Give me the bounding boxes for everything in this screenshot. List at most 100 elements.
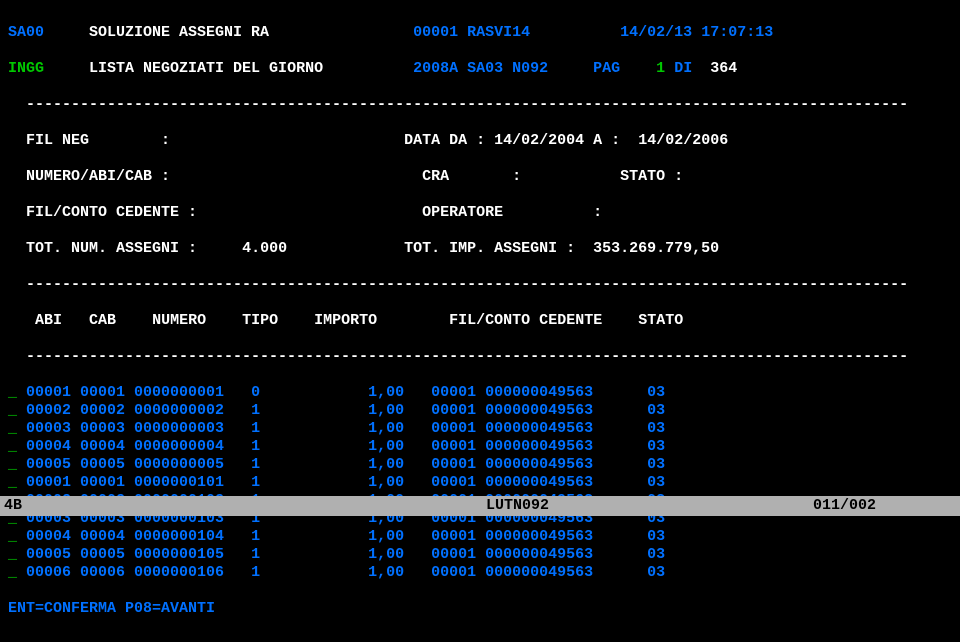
cell-cab: 00001 bbox=[71, 384, 125, 401]
cell-tipo: 1 bbox=[224, 564, 260, 581]
cell-abi: 00004 bbox=[17, 528, 71, 545]
table-row[interactable]: _ 00006 00006 0000000106 1 1,00 00001 00… bbox=[8, 564, 952, 582]
cell-stato: 03 bbox=[593, 384, 665, 401]
cell-stato: 03 bbox=[593, 564, 665, 581]
cell-numero: 0000000101 bbox=[125, 474, 224, 491]
row-selector[interactable]: _ bbox=[8, 528, 17, 545]
pag-num: 1 bbox=[656, 60, 665, 77]
tot-num-assegni-label: TOT. NUM. ASSEGNI : bbox=[26, 240, 197, 257]
subcode[interactable]: INGG bbox=[8, 60, 44, 77]
row-selector[interactable]: _ bbox=[8, 564, 17, 581]
cell-tipo: 1 bbox=[224, 528, 260, 545]
status-left: 4B bbox=[4, 497, 22, 515]
cell-stato: 03 bbox=[593, 456, 665, 473]
data-a-value[interactable]: 14/02/2006 bbox=[638, 132, 728, 149]
cell-numero: 0000000004 bbox=[125, 438, 224, 455]
cell-conto: 000000049563 bbox=[476, 546, 593, 563]
table-body: _ 00001 00001 0000000001 0 1,00 00001 00… bbox=[8, 384, 952, 582]
cell-cab: 00004 bbox=[71, 438, 125, 455]
filter-line-1: FIL NEG : DATA DA : 14/02/2004 A : 14/02… bbox=[8, 132, 952, 150]
col-tipo: TIPO bbox=[242, 312, 278, 329]
cell-fil: 00001 bbox=[404, 438, 476, 455]
cell-stato: 03 bbox=[593, 546, 665, 563]
numero-abi-cab-label: NUMERO/ABI/CAB : bbox=[26, 168, 170, 185]
table-row[interactable]: _ 00004 00004 0000000004 1 1,00 00001 00… bbox=[8, 438, 952, 456]
tx-code[interactable]: SA00 bbox=[8, 24, 44, 41]
cell-abi: 00003 bbox=[17, 420, 71, 437]
cell-abi: 00005 bbox=[17, 546, 71, 563]
row-selector[interactable]: _ bbox=[8, 546, 17, 563]
cell-stato: 03 bbox=[593, 402, 665, 419]
cell-stato: 03 bbox=[593, 528, 665, 545]
status-bar: 4B LUTN092 011/002 bbox=[0, 496, 960, 516]
table-row[interactable]: _ 00001 00001 0000000001 0 1,00 00001 00… bbox=[8, 384, 952, 402]
row-selector[interactable]: _ bbox=[8, 384, 17, 401]
divider: ----------------------------------------… bbox=[8, 96, 952, 114]
cell-importo: 1,00 bbox=[260, 474, 404, 491]
cell-tipo: 1 bbox=[224, 546, 260, 563]
row-selector[interactable]: _ bbox=[8, 402, 17, 419]
table-row[interactable]: _ 00003 00003 0000000003 1 1,00 00001 00… bbox=[8, 420, 952, 438]
fil-conto-cedente-label: FIL/CONTO CEDENTE : bbox=[26, 204, 197, 221]
row-selector[interactable]: _ bbox=[8, 456, 17, 473]
cell-cab: 00006 bbox=[71, 564, 125, 581]
cell-cab: 00005 bbox=[71, 546, 125, 563]
status-right: 011/002 bbox=[813, 497, 876, 515]
col-numero: NUMERO bbox=[152, 312, 206, 329]
cell-cab: 00002 bbox=[71, 402, 125, 419]
cell-importo: 1,00 bbox=[260, 420, 404, 437]
cell-importo: 1,00 bbox=[260, 438, 404, 455]
cell-numero: 0000000001 bbox=[125, 384, 224, 401]
col-abi: ABI bbox=[35, 312, 62, 329]
cell-importo: 1,00 bbox=[260, 528, 404, 545]
tot-num-assegni: 4.000 bbox=[242, 240, 287, 257]
filter-line-2: NUMERO/ABI/CAB : CRA : STATO : bbox=[8, 168, 952, 186]
table-row[interactable]: _ 00005 00005 0000000105 1 1,00 00001 00… bbox=[8, 546, 952, 564]
cell-fil: 00001 bbox=[404, 474, 476, 491]
row-selector[interactable]: _ bbox=[8, 474, 17, 491]
hdr-time: 17:07:13 bbox=[701, 24, 773, 41]
table-row[interactable]: _ 00001 00001 0000000101 1 1,00 00001 00… bbox=[8, 474, 952, 492]
table-row[interactable]: _ 00002 00002 0000000002 1 1,00 00001 00… bbox=[8, 402, 952, 420]
hdr-code4: 2008A SA03 N092 bbox=[413, 60, 548, 77]
cell-numero: 0000000106 bbox=[125, 564, 224, 581]
cell-conto: 000000049563 bbox=[476, 384, 593, 401]
table-row[interactable]: _ 00005 00005 0000000005 1 1,00 00001 00… bbox=[8, 456, 952, 474]
data-da-label: DATA DA : bbox=[404, 132, 485, 149]
cell-conto: 000000049563 bbox=[476, 438, 593, 455]
row-selector[interactable]: _ bbox=[8, 438, 17, 455]
cell-fil: 00001 bbox=[404, 456, 476, 473]
filter-line-3: FIL/CONTO CEDENTE : OPERATORE : bbox=[8, 204, 952, 222]
cell-stato: 03 bbox=[593, 474, 665, 491]
cell-conto: 000000049563 bbox=[476, 456, 593, 473]
function-keys: ENT=CONFERMA P08=AVANTI bbox=[8, 600, 952, 618]
cell-conto: 000000049563 bbox=[476, 402, 593, 419]
cell-tipo: 1 bbox=[224, 474, 260, 491]
data-da-value[interactable]: 14/02/2004 bbox=[494, 132, 584, 149]
col-filconto: FIL/CONTO CEDENTE bbox=[449, 312, 602, 329]
cell-fil: 00001 bbox=[404, 546, 476, 563]
row-selector[interactable]: _ bbox=[8, 420, 17, 437]
cell-importo: 1,00 bbox=[260, 384, 404, 401]
cell-conto: 000000049563 bbox=[476, 420, 593, 437]
cell-conto: 000000049563 bbox=[476, 564, 593, 581]
filter-line-4: TOT. NUM. ASSEGNI : 4.000 TOT. IMP. ASSE… bbox=[8, 240, 952, 258]
cell-tipo: 1 bbox=[224, 402, 260, 419]
cell-fil: 00001 bbox=[404, 420, 476, 437]
pag-total: 364 bbox=[710, 60, 737, 77]
table-row[interactable]: _ 00004 00004 0000000104 1 1,00 00001 00… bbox=[8, 528, 952, 546]
cell-tipo: 1 bbox=[224, 438, 260, 455]
cell-abi: 00005 bbox=[17, 456, 71, 473]
cell-fil: 00001 bbox=[404, 564, 476, 581]
screen-title-1: SOLUZIONE ASSEGNI RA bbox=[89, 24, 269, 41]
cell-fil: 00001 bbox=[404, 384, 476, 401]
divider: ----------------------------------------… bbox=[8, 348, 952, 366]
cell-tipo: 1 bbox=[224, 456, 260, 473]
cell-numero: 0000000005 bbox=[125, 456, 224, 473]
cell-cab: 00003 bbox=[71, 420, 125, 437]
cell-abi: 00002 bbox=[17, 402, 71, 419]
cell-abi: 00001 bbox=[17, 384, 71, 401]
fn-keys-text[interactable]: ENT=CONFERMA P08=AVANTI bbox=[8, 600, 215, 617]
screen-title-2: LISTA NEGOZIATI DEL GIORNO bbox=[89, 60, 323, 77]
col-cab: CAB bbox=[89, 312, 116, 329]
